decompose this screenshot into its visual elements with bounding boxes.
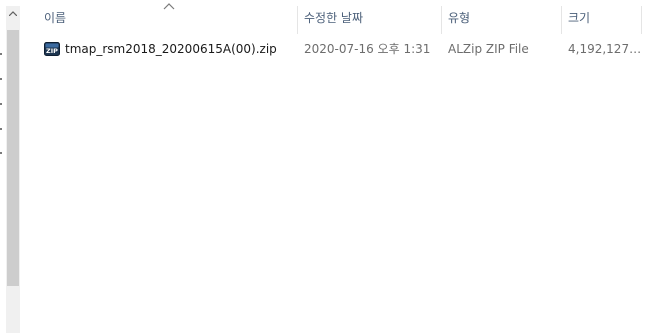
zip-file-icon: ZIP bbox=[44, 42, 60, 56]
nav-tree-dot bbox=[0, 53, 2, 55]
column-divider[interactable] bbox=[641, 6, 642, 34]
file-size-cell: 4,192,127… bbox=[568, 42, 640, 56]
zip-icon-label: ZIP bbox=[46, 47, 58, 55]
scrollbar-thumb[interactable] bbox=[7, 30, 19, 286]
file-name-text: tmap_rsm2018_20200615A(00).zip bbox=[65, 42, 277, 56]
column-header-name[interactable]: 이름 bbox=[38, 8, 297, 32]
nav-tree-dot bbox=[0, 128, 2, 130]
file-date-cell: 2020-07-16 오후 1:31 bbox=[304, 42, 431, 56]
column-header-type[interactable]: 유형 bbox=[442, 8, 561, 32]
file-type-cell: ALZip ZIP File bbox=[448, 42, 529, 56]
navigation-pane-scrollbar[interactable] bbox=[6, 6, 20, 333]
column-header-row: 이름 수정한 날짜 유형 크기 bbox=[22, 0, 668, 38]
nav-tree-dot bbox=[0, 103, 2, 105]
nav-tree-dot bbox=[0, 152, 2, 154]
file-list-row[interactable]: ZIP tmap_rsm2018_20200615A(00).zip 2020-… bbox=[22, 38, 642, 60]
nav-tree-dot bbox=[0, 78, 2, 80]
navigation-pane-edge bbox=[0, 0, 4, 333]
file-name-cell[interactable]: ZIP tmap_rsm2018_20200615A(00).zip bbox=[44, 38, 294, 60]
scroll-up-arrow-icon[interactable] bbox=[6, 6, 20, 20]
column-header-size[interactable]: 크기 bbox=[562, 8, 641, 32]
column-header-date[interactable]: 수정한 날짜 bbox=[298, 8, 441, 32]
